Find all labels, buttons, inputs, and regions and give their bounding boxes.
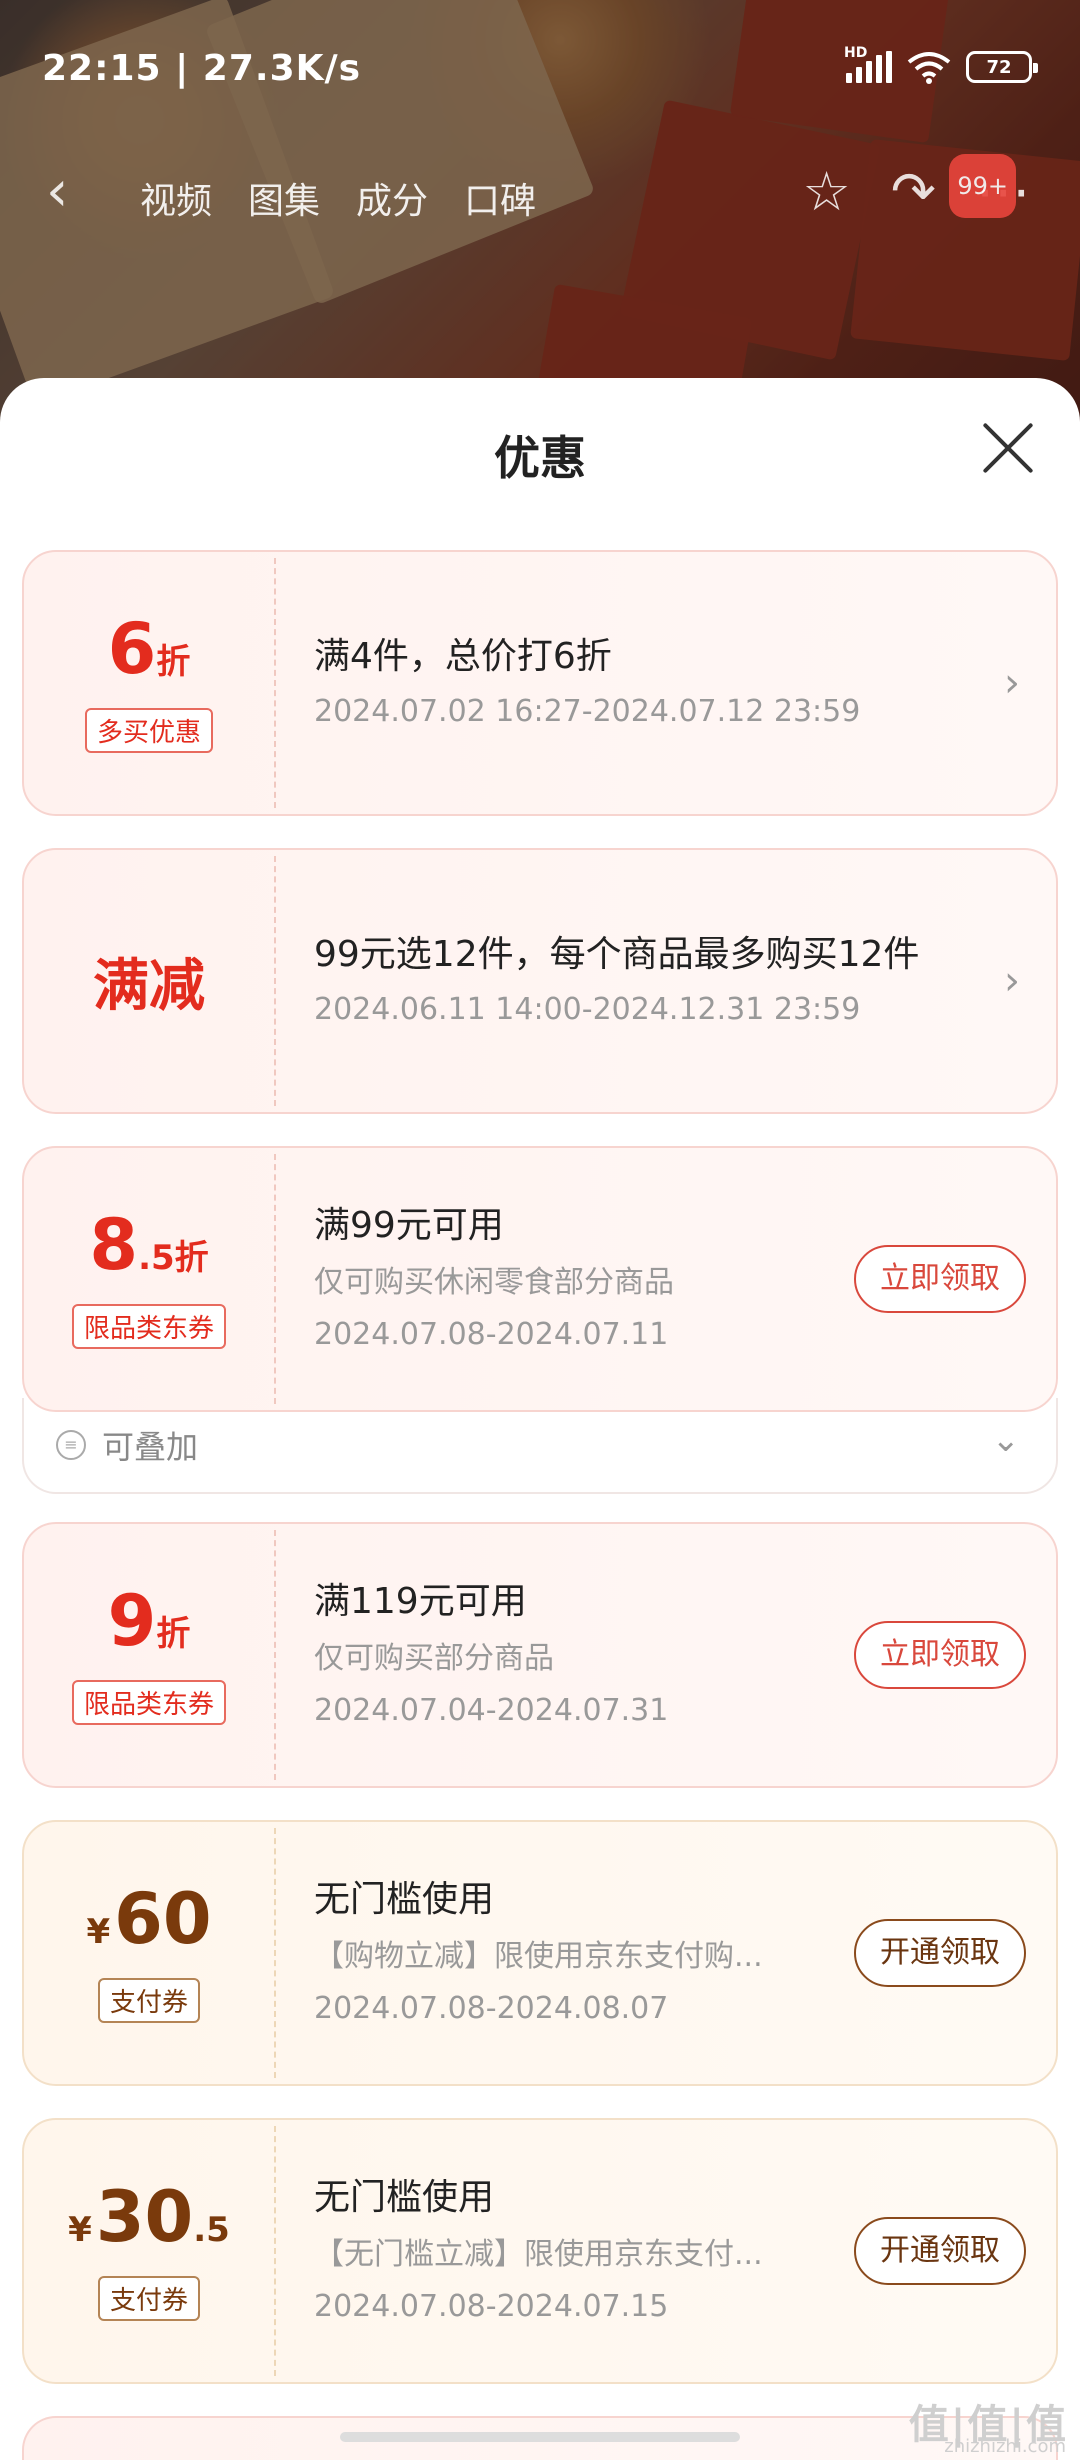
coupon-date: 2024.07.02 16:27-2024.07.12 23:59 bbox=[314, 694, 861, 729]
coupon-tag: 多买优惠 bbox=[84, 708, 213, 753]
coupon-value: 9折 bbox=[107, 1580, 191, 1662]
coupon-tag: 支付券 bbox=[97, 1978, 200, 2023]
network-label: HD bbox=[844, 45, 868, 61]
coupon-date: 2024.07.04-2024.07.31 bbox=[314, 1693, 669, 1728]
coupon-subtitle: 【无门槛立减】限使用京东支付... bbox=[314, 2237, 763, 2272]
back-icon[interactable]: ‹ bbox=[46, 164, 68, 220]
claim-button[interactable]: 立即领取 bbox=[854, 1621, 1026, 1689]
coupon-date: 2024.07.08-2024.07.15 bbox=[314, 2289, 669, 2324]
coupon-tag: 支付券 bbox=[97, 2276, 200, 2321]
coupon-value: 6折 bbox=[107, 608, 191, 690]
coupon-title: 满119元可用 bbox=[314, 1581, 527, 1622]
battery-level: 72 bbox=[986, 56, 1012, 78]
coupon-tag: 限品类东券 bbox=[71, 1304, 226, 1349]
claim-button[interactable]: 立即领取 bbox=[854, 1245, 1026, 1313]
home-indicator[interactable] bbox=[340, 2432, 740, 2442]
stackable-bar[interactable]: ≡ 可叠加 ⌄ bbox=[22, 1398, 1058, 1494]
stackable-label: 可叠加 bbox=[102, 1428, 199, 1466]
coupon-title: 无门槛使用 bbox=[314, 1879, 495, 1920]
coupon-date: 2024.07.08-2024.08.07 bbox=[314, 1991, 669, 2026]
sheet-title: 优惠 bbox=[494, 431, 586, 485]
chevron-right-icon[interactable]: › bbox=[1004, 961, 1020, 1001]
coupon-title: 无门槛使用 bbox=[314, 2177, 495, 2218]
stack-icon: ≡ bbox=[56, 1430, 86, 1460]
coupon-card-multibuy[interactable]: 6折 多买优惠 满4件，总价打6折 2024.07.02 16:27-2024.… bbox=[22, 550, 1058, 816]
tab-ingredients[interactable]: 成分 bbox=[356, 172, 428, 224]
battery-icon: 72 bbox=[966, 51, 1038, 83]
coupon-tag: 限品类东券 bbox=[71, 1680, 226, 1725]
coupon-card-category-85: 8.5 折 限品类东券 满99元可用 仅可购买休闲零食部分商品 2024.07.0… bbox=[22, 1146, 1058, 1412]
status-bar: 22:15 | 27.3K/s HD 72 bbox=[0, 0, 1080, 140]
favorite-star-icon[interactable]: ☆ bbox=[802, 162, 850, 222]
share-icon[interactable]: ↷ bbox=[891, 162, 936, 222]
coupon-label: 满减 bbox=[93, 953, 205, 1019]
coupon-subtitle: 仅可购买部分商品 bbox=[314, 1641, 554, 1676]
top-nav: ‹ 视频 图集 成分 口碑 ☆ ↷ ⋯99+ bbox=[0, 140, 1080, 260]
coupon-card-payment-30-5: ¥30.5 支付券 无门槛使用 【无门槛立减】限使用京东支付... 2024.0… bbox=[22, 2118, 1058, 2384]
coupon-date: 2024.06.11 14:00-2024.12.31 23:59 bbox=[314, 992, 861, 1027]
chevron-right-icon[interactable]: › bbox=[1004, 663, 1020, 703]
activate-claim-button[interactable]: 开通领取 bbox=[854, 1919, 1026, 1987]
more-badge: 99+ bbox=[949, 154, 1016, 218]
coupon-value: 8.5 折 bbox=[89, 1204, 209, 1286]
coupon-title: 满4件，总价打6折 bbox=[314, 636, 612, 677]
tab-gallery[interactable]: 图集 bbox=[248, 172, 320, 224]
signal-icon: HD bbox=[844, 45, 892, 83]
coupon-subtitle: 仅可购买休闲零食部分商品 bbox=[314, 1265, 674, 1300]
status-time: 22:15 | 27.3K/s bbox=[42, 48, 362, 89]
watermark-site: zhizhizhi.com bbox=[944, 2436, 1066, 2457]
coupon-card-fullreduction[interactable]: 满减 99元选12件，每个商品最多购买12件 2024.06.11 14:00-… bbox=[22, 848, 1058, 1114]
coupon-date: 2024.07.08-2024.07.11 bbox=[314, 1317, 669, 1352]
wifi-icon bbox=[907, 52, 951, 84]
coupon-title: 满99元可用 bbox=[314, 1205, 504, 1246]
more-icon[interactable]: ⋯99+ bbox=[949, 154, 1030, 222]
coupon-card-category-9: 9折 限品类东券 满119元可用 仅可购买部分商品 2024.07.04-202… bbox=[22, 1522, 1058, 1788]
close-icon[interactable] bbox=[978, 418, 1038, 478]
tab-reviews[interactable]: 口碑 bbox=[464, 172, 536, 224]
tab-video[interactable]: 视频 bbox=[140, 172, 212, 224]
coupon-value: ¥60 bbox=[86, 1878, 212, 1960]
offers-sheet: 优惠 6折 多买优惠 满4件，总价打6折 2024.07.02 16:27-20… bbox=[0, 378, 1080, 2460]
coupon-title: 99元选12件，每个商品最多购买12件 bbox=[314, 934, 920, 975]
coupon-value: ¥30.5 bbox=[68, 2176, 230, 2258]
activate-claim-button[interactable]: 开通领取 bbox=[854, 2217, 1026, 2285]
coupon-subtitle: 【购物立减】限使用京东支付购... bbox=[314, 1939, 763, 1974]
coupon-card-payment-60: ¥60 支付券 无门槛使用 【购物立减】限使用京东支付购... 2024.07.… bbox=[22, 1820, 1058, 2086]
chevron-down-icon[interactable]: ⌄ bbox=[992, 1420, 1021, 1460]
